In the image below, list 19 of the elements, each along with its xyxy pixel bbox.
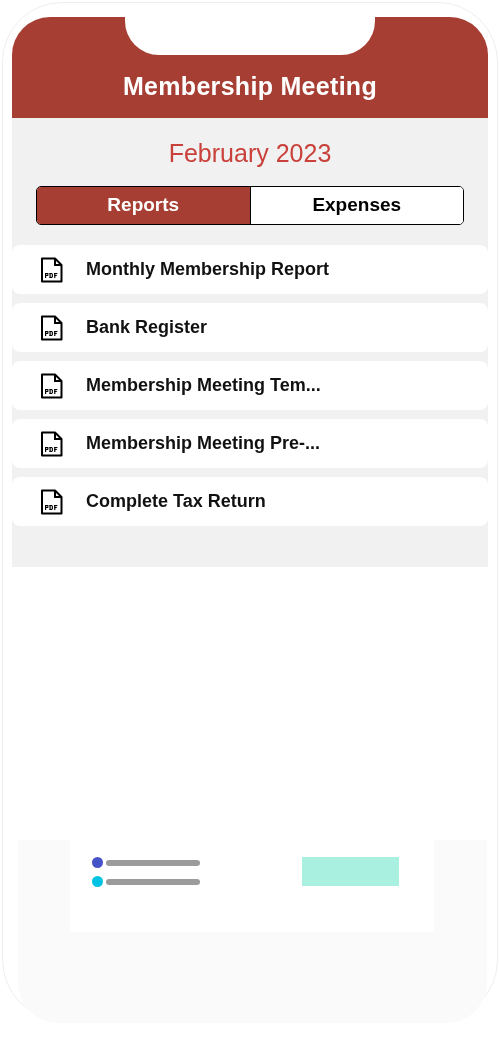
pdf-file-icon [40, 256, 64, 283]
page-title: Membership Meeting [122, 70, 377, 102]
month-label: February 2023 [168, 138, 332, 168]
pdf-file-icon [40, 430, 64, 457]
segment-tab[interactable]: Reports [37, 187, 250, 224]
document-row[interactable]: Membership Meeting Pre-... [12, 419, 488, 468]
document-name: Bank Register [86, 316, 208, 339]
document-row[interactable]: Complete Tax Return [12, 477, 488, 526]
pdf-file-icon [40, 488, 64, 515]
document-name: Membership Meeting Pre-... [86, 432, 321, 455]
document-name: Membership Meeting Tem... [86, 374, 321, 397]
pdf-file-icon [40, 372, 64, 399]
document-name: Monthly Membership Report [86, 258, 329, 281]
document-row[interactable]: Monthly Membership Report [12, 245, 488, 294]
document-row[interactable]: Membership Meeting Tem... [12, 361, 488, 410]
segment-tab[interactable]: Expenses [249, 187, 463, 224]
document-row[interactable]: Bank Register [12, 303, 488, 352]
pdf-file-icon [40, 314, 64, 341]
document-name: Complete Tax Return [86, 490, 266, 513]
